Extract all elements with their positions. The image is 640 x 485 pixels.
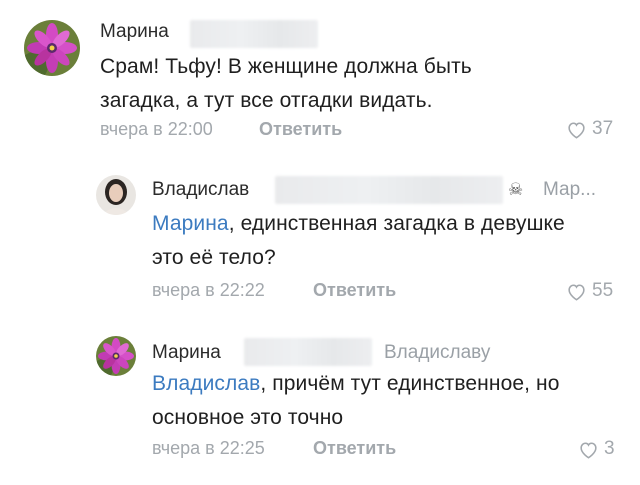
heart-outline-icon	[578, 440, 599, 459]
heart-outline-icon	[566, 282, 587, 301]
reply-to-user[interactable]: Владиславу	[384, 342, 490, 364]
hidden-surname	[275, 176, 503, 204]
heart-outline-icon	[566, 120, 587, 139]
avatar-marina[interactable]	[96, 336, 136, 376]
like-count: 55	[592, 280, 614, 301]
comment-3: Марина Владиславу Владислав, причём тут …	[0, 320, 640, 485]
comment-1: Марина Срам! Тьфу! В женщине должна быть…	[0, 0, 640, 150]
comment-text: Марина, единственная загадка в девушке э…	[152, 207, 572, 275]
like-count: 37	[592, 118, 614, 139]
like-button[interactable]: 37	[566, 118, 613, 140]
like-button[interactable]: 55	[566, 280, 613, 302]
hidden-surname	[190, 20, 318, 48]
comment-author[interactable]: Марина	[100, 21, 169, 43]
avatar-marina[interactable]	[24, 20, 80, 76]
reply-button[interactable]: Ответить	[313, 280, 396, 301]
mention-link[interactable]: Марина	[152, 212, 229, 235]
comment-2: Владислав ☠ Мар... Марина, единственная …	[0, 150, 640, 320]
comment-time: вчера в 22:25	[152, 438, 265, 458]
like-count: 3	[604, 438, 615, 459]
comment-time: вчера в 22:00	[100, 119, 213, 139]
comment-time: вчера в 22:22	[152, 280, 265, 300]
comment-author[interactable]: Владислав	[152, 179, 249, 201]
comment-author[interactable]: Марина	[152, 342, 221, 364]
hidden-surname	[244, 338, 372, 366]
reply-button[interactable]: Ответить	[313, 438, 396, 459]
comment-text: Срам! Тьфу! В женщине должна быть загадк…	[100, 55, 472, 112]
mention-link[interactable]: Владислав	[152, 372, 260, 395]
reply-to-user[interactable]: Мар...	[543, 179, 596, 201]
like-button[interactable]: 3	[578, 438, 615, 460]
comment-text: Владислав, причём тут единственное, но о…	[152, 367, 622, 435]
avatar-vladislav[interactable]	[96, 175, 136, 215]
reply-button[interactable]: Ответить	[259, 119, 342, 140]
skull-icon: ☠	[508, 180, 524, 199]
